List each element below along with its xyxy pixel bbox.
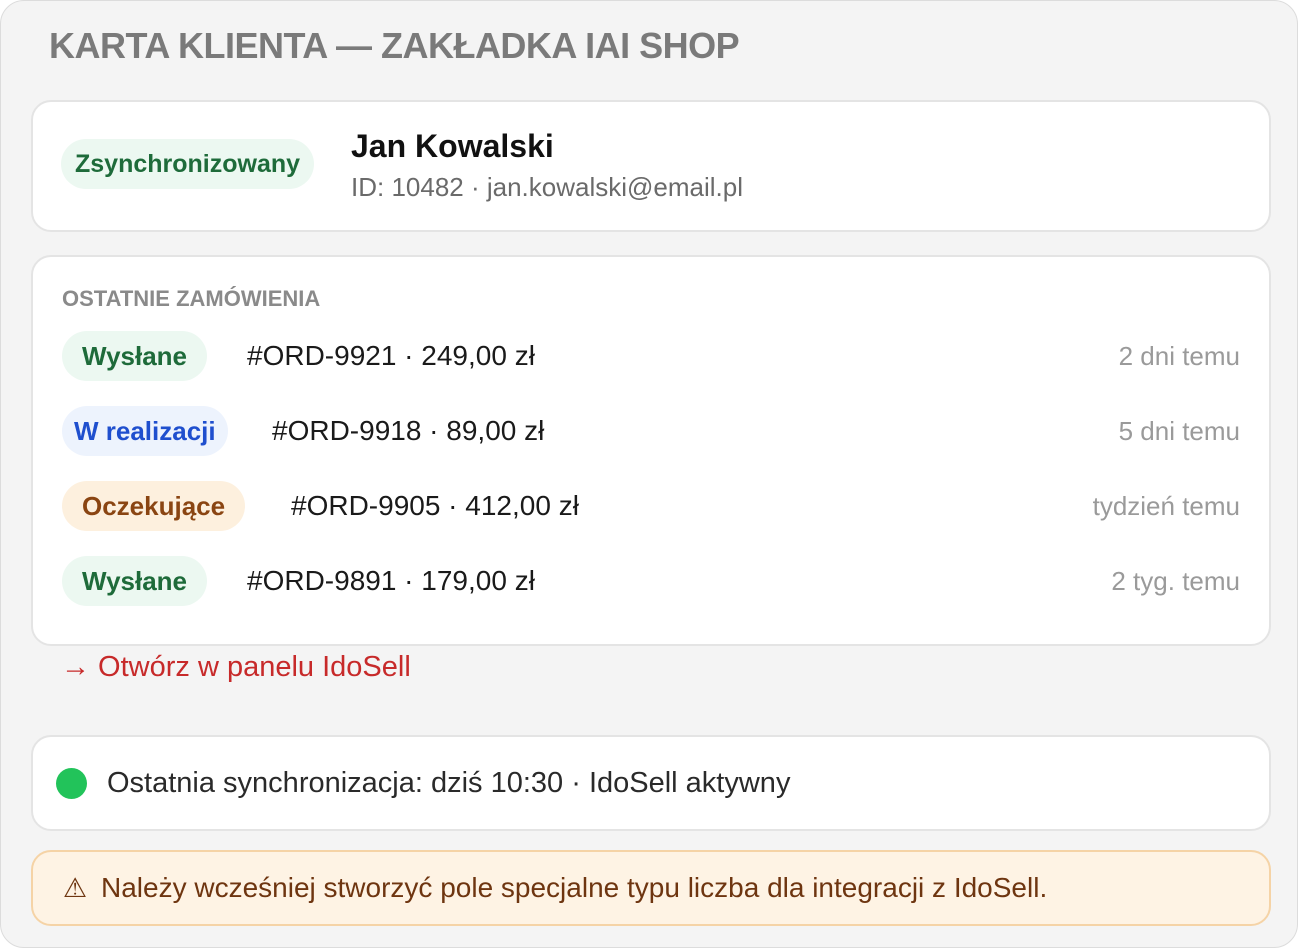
- green-dot-icon: [56, 768, 87, 799]
- order-row[interactable]: Wysłane #ORD-9891 · 179,00 zł 2 tyg. tem…: [33, 556, 1269, 606]
- order-summary: #ORD-9921 · 249,00 zł: [247, 340, 535, 371]
- sync-status-card: Ostatnia synchronizacja: dziś 10:30 · Id…: [31, 735, 1271, 831]
- recent-orders-card: OSTATNIE ZAMÓWIENIA Wysłane #ORD-9921 · …: [31, 255, 1271, 646]
- warning-icon: ⚠: [63, 873, 88, 903]
- open-in-idosell-link[interactable]: → Otwórz w panelu IdoSell: [61, 651, 411, 684]
- order-summary: #ORD-9891 · 179,00 zł: [247, 565, 535, 596]
- order-time: 2 tyg. temu: [1111, 566, 1240, 596]
- customer-card-panel: KARTA KLIENTA — ZAKŁADKA IAI SHOP Zsynch…: [0, 0, 1298, 948]
- customer-meta: ID: 10482 · jan.kowalski@email.pl: [351, 172, 744, 202]
- order-row[interactable]: W realizacji #ORD-9918 · 89,00 zł 5 dni …: [33, 406, 1269, 456]
- customer-info-card: Zsynchronizowany Jan Kowalski ID: 10482 …: [31, 100, 1271, 232]
- order-time: 2 dni temu: [1118, 341, 1240, 371]
- order-row[interactable]: Oczekujące #ORD-9905 · 412,00 zł tydzień…: [33, 481, 1269, 531]
- order-summary: #ORD-9918 · 89,00 zł: [272, 415, 545, 446]
- warning-text: Należy wcześniej stworzyć pole specjalne…: [101, 872, 1048, 903]
- sync-status-badge: Zsynchronizowany: [61, 139, 315, 189]
- order-status-badge: Oczekujące: [62, 481, 246, 531]
- order-status-badge: Wysłane: [62, 556, 208, 606]
- page-title: KARTA KLIENTA — ZAKŁADKA IAI SHOP: [49, 25, 740, 66]
- customer-name: Jan Kowalski: [351, 128, 554, 164]
- order-status-badge: W realizacji: [62, 406, 228, 456]
- order-time: 5 dni temu: [1118, 416, 1240, 446]
- order-time: tydzień temu: [1092, 491, 1240, 521]
- warning-banner: ⚠ Należy wcześniej stworzyć pole specjal…: [31, 850, 1271, 926]
- order-row[interactable]: Wysłane #ORD-9921 · 249,00 zł 2 dni temu: [33, 331, 1269, 381]
- sync-status-text: Ostatnia synchronizacja: dziś 10:30 · Id…: [107, 767, 791, 799]
- order-status-badge: Wysłane: [62, 331, 208, 381]
- orders-section-label: OSTATNIE ZAMÓWIENIA: [62, 286, 321, 311]
- order-summary: #ORD-9905 · 412,00 zł: [291, 490, 579, 521]
